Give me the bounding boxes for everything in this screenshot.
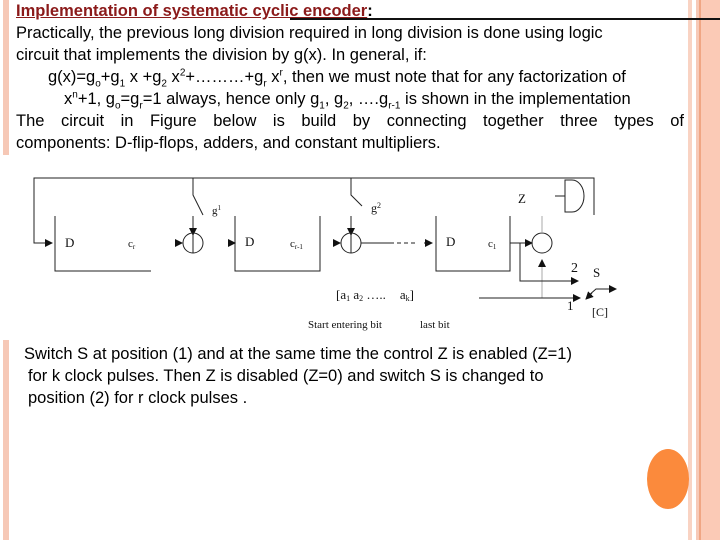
title-colon: : bbox=[367, 2, 373, 20]
encoder-circuit-diagram: D cr g1 D cr-1 g2 D c1 Z 2 S 1 [C] [a1 a… bbox=[33, 177, 617, 331]
switch-explanation: Switch S at position (1) and at the same… bbox=[24, 343, 664, 409]
adder-3 bbox=[531, 232, 553, 254]
formula-text: , ….g bbox=[348, 90, 389, 108]
formula-text: , g bbox=[324, 90, 344, 108]
formula-text: +1, g bbox=[77, 90, 115, 108]
left-accent-bar-top bbox=[3, 0, 9, 155]
formula-text: is shown in the implementation bbox=[400, 90, 631, 108]
slide-title: Implementation of systematic cyclic enco… bbox=[16, 2, 368, 20]
paragraph-line-2: circuit that implements the division by … bbox=[16, 46, 427, 64]
register-label-cr-1: cr-1 bbox=[290, 238, 303, 251]
slide-body: Implementation of systematic cyclic enco… bbox=[16, 0, 696, 154]
multiplier-tap-g1 bbox=[192, 178, 204, 216]
caption-last-bit: last bit bbox=[420, 319, 450, 331]
flipflop-label: D bbox=[65, 235, 74, 250]
paragraph-line-6: components: D-flip-flops, adders, and co… bbox=[16, 134, 441, 152]
multiplier-label-g1: g1 bbox=[212, 204, 222, 217]
formula-text: =g bbox=[120, 90, 140, 108]
explanation-line-2: for k clock pulses. Then Z is disabled (… bbox=[28, 367, 544, 385]
formula-text: , then we must note that for any factori… bbox=[282, 68, 626, 86]
and-gate-z bbox=[555, 179, 585, 213]
factorization-line: xn+1, go=gr=1 always, hence only g1, g2,… bbox=[16, 88, 696, 111]
flipflop-label: D bbox=[245, 234, 254, 249]
control-z-label: Z bbox=[518, 191, 526, 206]
flipflop-label: D bbox=[446, 234, 455, 249]
switch-path-2 bbox=[519, 243, 579, 285]
left-accent-bar-bottom bbox=[3, 340, 9, 540]
orange-circle-decoration bbox=[647, 449, 689, 509]
caption-start-bit: Start entering bit bbox=[308, 319, 382, 331]
formula-line: g(x)=go+g1 x +g2 x2+………+gr xr, then we m… bbox=[16, 66, 696, 89]
formula-text: =1 always, hence only g bbox=[142, 90, 320, 108]
formula-text: x bbox=[266, 68, 280, 86]
slide-title-row: Implementation of systematic cyclic enco… bbox=[16, 0, 696, 22]
multiplier-label-g2: g2 bbox=[371, 201, 381, 215]
formula-text: x bbox=[166, 68, 180, 86]
paragraph-line-1: Practically, the previous long division … bbox=[16, 24, 603, 42]
switch-s bbox=[587, 288, 612, 297]
switch-position-2: 2 bbox=[571, 261, 578, 276]
explanation-line-1: Switch S at position (1) and at the same… bbox=[24, 345, 572, 363]
explanation-line-3: position (2) for r clock pulses . bbox=[28, 389, 248, 407]
multiplier-tap-g2 bbox=[350, 178, 363, 207]
register-label-cr: cr bbox=[128, 238, 136, 251]
formula-text: g(x)=g bbox=[48, 68, 96, 86]
formula-text: +………+g bbox=[185, 68, 264, 86]
switch-s-label: S bbox=[593, 265, 600, 280]
formula-text: x bbox=[64, 90, 73, 108]
output-c-label: [C] bbox=[592, 305, 608, 319]
formula-text: +g bbox=[100, 68, 120, 86]
input-sequence: [a1 a2 ….. ak] bbox=[336, 287, 414, 303]
formula-text: x +g bbox=[125, 68, 162, 86]
switch-position-1: 1 bbox=[567, 298, 574, 313]
register-label-c1: c1 bbox=[488, 238, 497, 251]
paragraph-line-5: The circuit in Figure below is build by … bbox=[16, 112, 684, 130]
